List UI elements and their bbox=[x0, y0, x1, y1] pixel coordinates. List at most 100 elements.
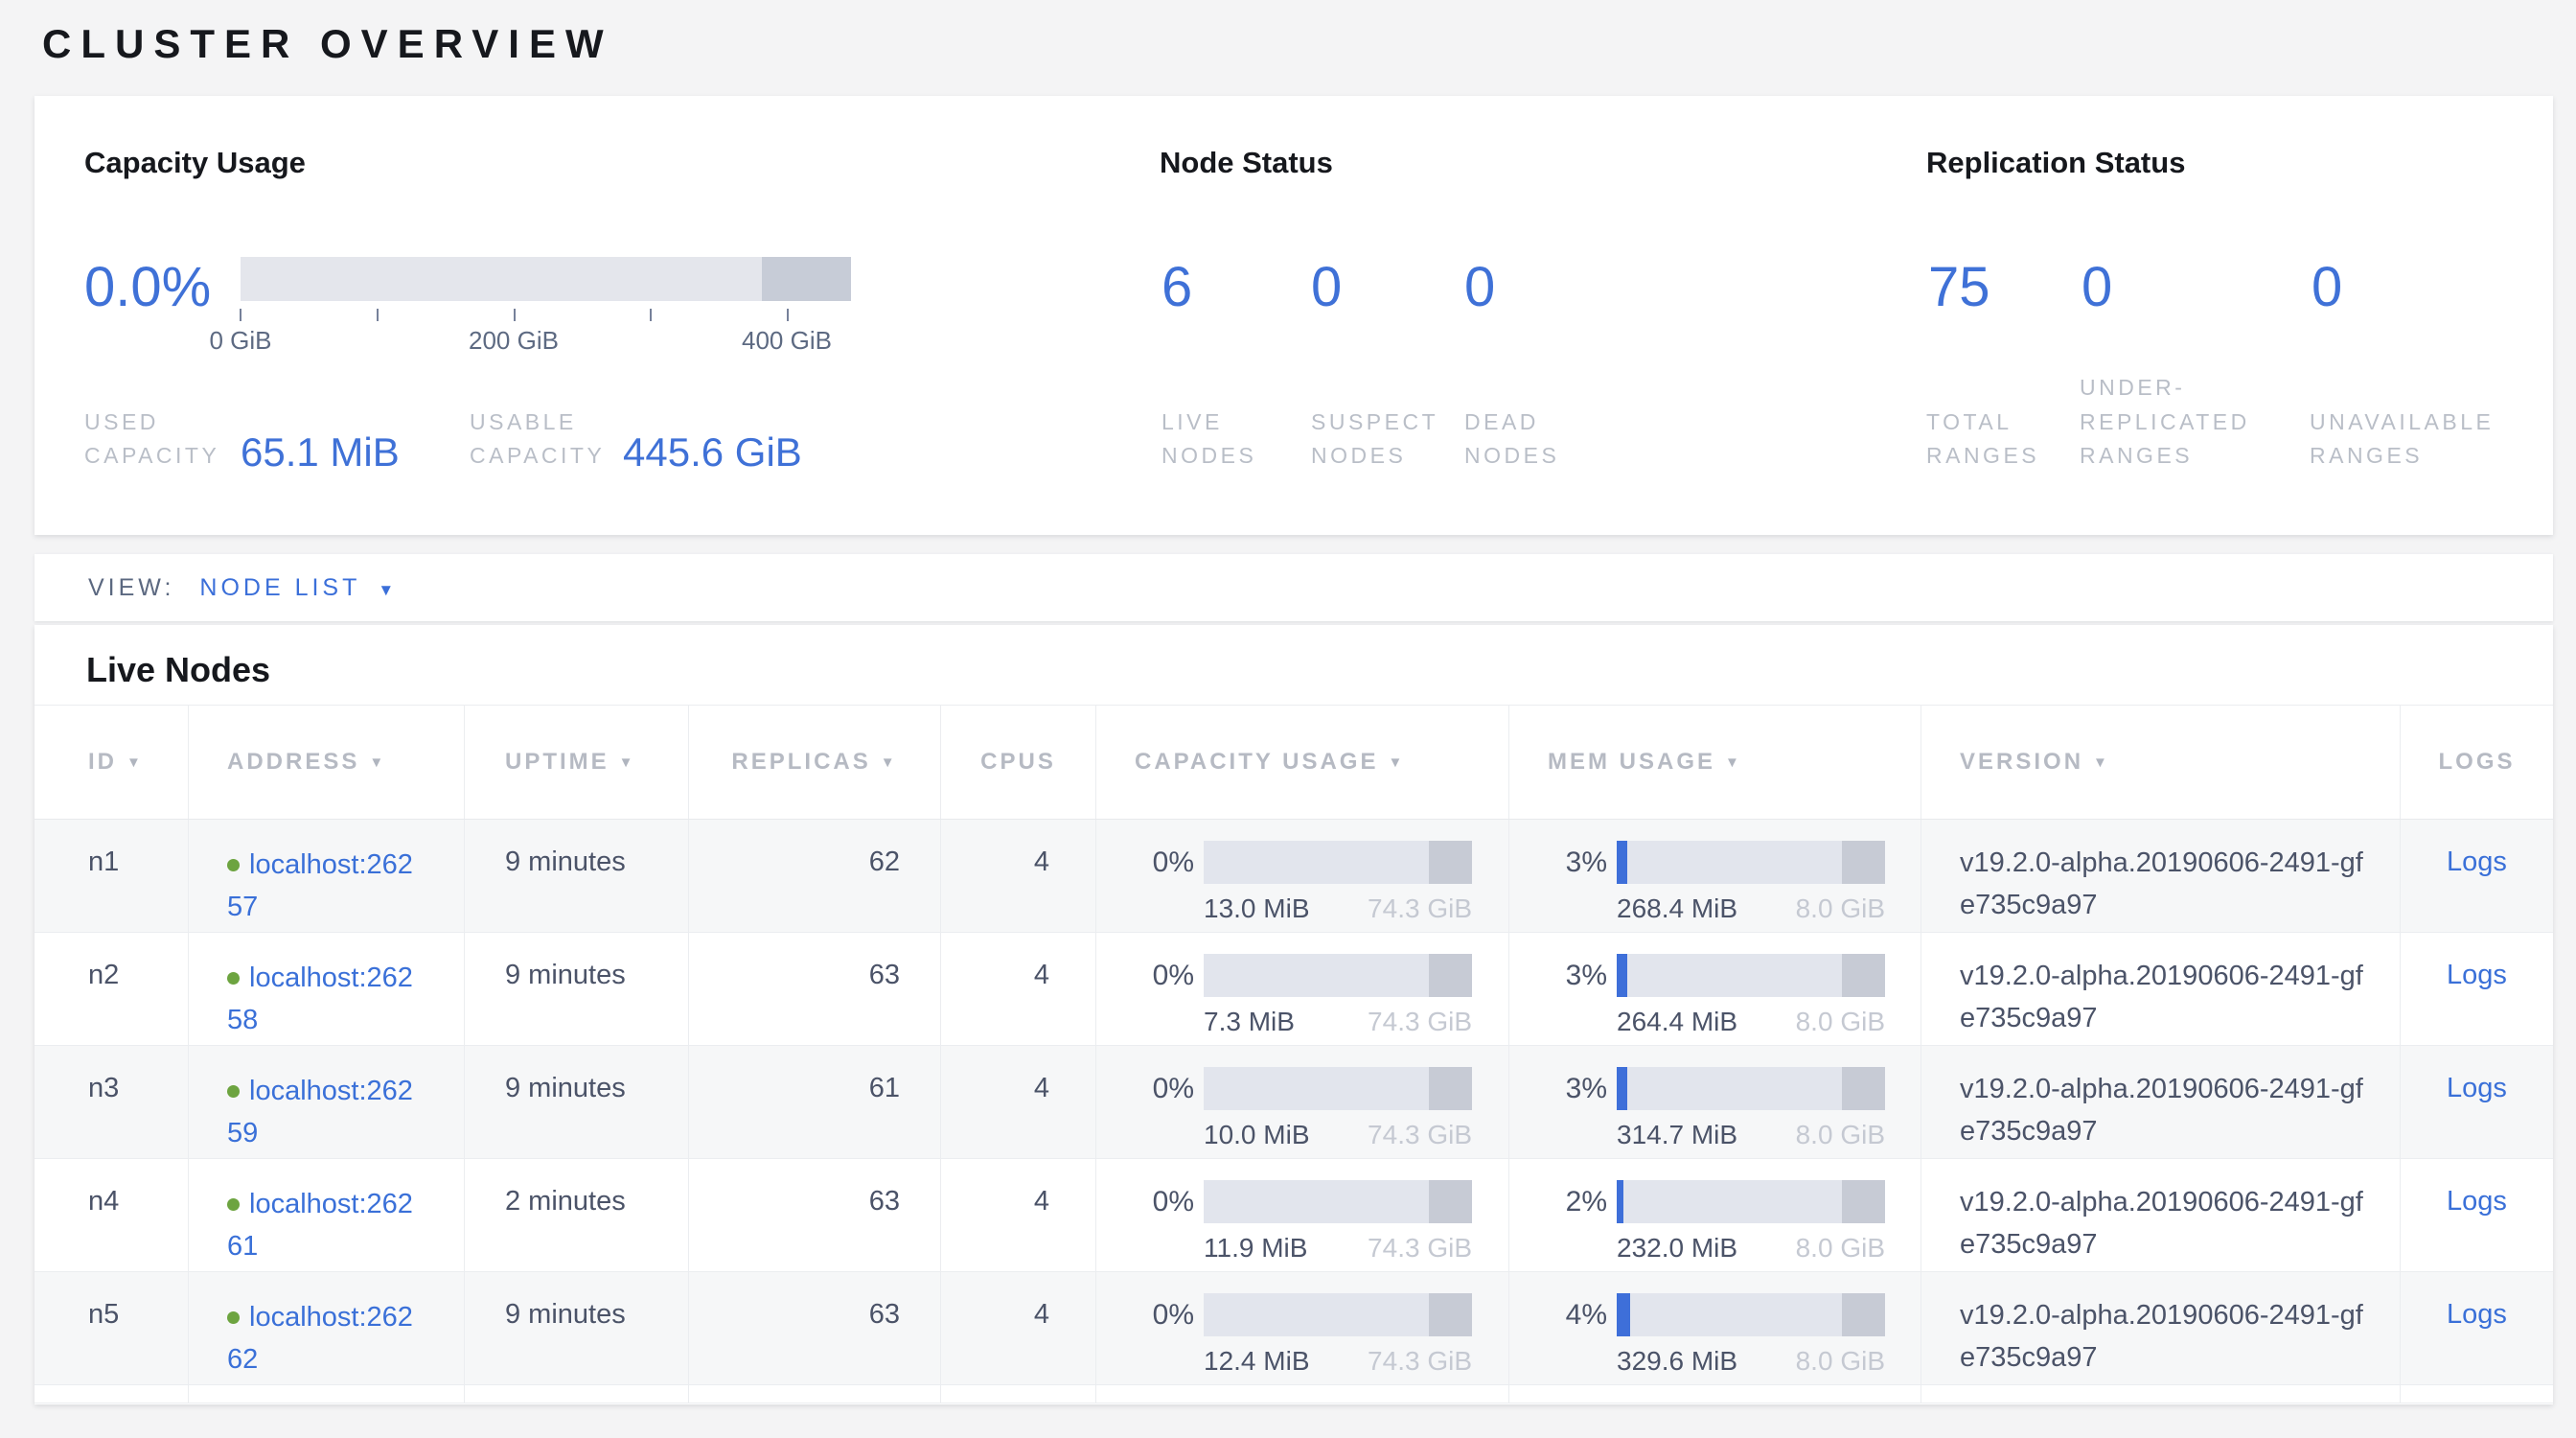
table-header-row: ID▼ ADDRESS▼ UPTIME▼ REPLICAS▼ CPUS CAPA… bbox=[34, 705, 2553, 820]
live-nodes-title: Live Nodes bbox=[86, 650, 270, 690]
live-nodes-label: LIVE NODES bbox=[1162, 406, 1276, 474]
column-header-capacity-usage[interactable]: CAPACITY USAGE▼ bbox=[1095, 706, 1508, 819]
sort-arrow-icon: ▼ bbox=[1725, 754, 1742, 771]
bar-end-segment bbox=[1842, 1293, 1885, 1336]
replicas-cell: 63 bbox=[688, 1159, 940, 1271]
mem-mini-bar bbox=[1617, 1067, 1885, 1110]
bar-end-segment bbox=[1842, 1067, 1885, 1110]
uptime-cell: 9 minutes bbox=[464, 820, 688, 932]
bar-end-segment bbox=[1429, 954, 1472, 997]
sort-arrow-icon: ▼ bbox=[2093, 754, 2110, 771]
bar-end-segment bbox=[1429, 1067, 1472, 1110]
replicas-cell: 62 bbox=[688, 820, 940, 932]
live-status-dot-icon bbox=[227, 1085, 240, 1098]
logs-link[interactable]: Logs bbox=[2447, 960, 2507, 990]
under-replicated-label: UNDER-REPLICATED RANGES bbox=[2080, 371, 2276, 474]
version-cell: v19.2.0-alpha.20190606-2491-gfe735c9a97 bbox=[1920, 820, 2400, 932]
logs-cell: Logs bbox=[2400, 933, 2553, 1045]
replicas-cell: 61 bbox=[688, 1046, 940, 1158]
sort-arrow-icon: ▼ bbox=[369, 754, 386, 771]
chevron-down-icon[interactable]: ▼ bbox=[378, 581, 394, 599]
view-dropdown[interactable]: NODE LIST bbox=[199, 574, 360, 601]
mem-percent: 3% bbox=[1525, 960, 1607, 992]
node-status-title: Node Status bbox=[1160, 146, 1333, 180]
total-ranges-count: 75 bbox=[1928, 255, 1990, 319]
mem-used-value: 329.6 MiB bbox=[1617, 1346, 1737, 1377]
dead-nodes-label: DEAD NODES bbox=[1464, 406, 1579, 474]
node-address-link[interactable]: localhost:26258 bbox=[227, 963, 413, 1035]
axis-tick bbox=[650, 309, 652, 321]
logs-link[interactable]: Logs bbox=[2447, 1073, 2507, 1103]
node-address-link[interactable]: localhost:26257 bbox=[227, 849, 413, 922]
node-address-link[interactable]: localhost:26259 bbox=[227, 1076, 413, 1148]
capacity-total-value: 74.3 GiB bbox=[1368, 893, 1472, 924]
live-status-dot-icon bbox=[227, 972, 240, 985]
logs-link[interactable]: Logs bbox=[2447, 1186, 2507, 1217]
logs-link[interactable]: Logs bbox=[2447, 1299, 2507, 1330]
node-address-cell: localhost:26261 bbox=[188, 1159, 464, 1271]
uptime-cell: 9 minutes bbox=[464, 933, 688, 1045]
logs-link[interactable]: Logs bbox=[2447, 847, 2507, 877]
capacity-mini-bar bbox=[1204, 954, 1472, 997]
replicas-cell: 63 bbox=[688, 1272, 940, 1384]
axis-tick bbox=[240, 309, 242, 321]
capacity-usage-bar bbox=[241, 257, 851, 301]
capacity-percent: 0% bbox=[1112, 847, 1194, 879]
capacity-bar-unusable-segment bbox=[762, 257, 851, 301]
bar-end-segment bbox=[1842, 1180, 1885, 1223]
column-header-cpus: CPUS bbox=[940, 706, 1095, 819]
column-header-uptime[interactable]: UPTIME▼ bbox=[464, 706, 688, 819]
mem-mini-bar bbox=[1617, 1293, 1885, 1336]
uptime-cell: 2 minutes bbox=[464, 1159, 688, 1271]
capacity-used-value: 10.0 MiB bbox=[1204, 1120, 1310, 1150]
bar-fill bbox=[1617, 1067, 1627, 1110]
capacity-usage-cell: 0% 11.9 MiB 74.3 GiB bbox=[1095, 1159, 1508, 1271]
version-cell: v19.2.0-alpha.20190606-2491-gfe735c9a97 bbox=[1920, 1159, 2400, 1271]
table-body: n1 localhost:26257 9 minutes 62 4 0% 13.… bbox=[34, 820, 2553, 1403]
used-capacity-value: 65.1 MiB bbox=[241, 429, 400, 475]
sort-arrow-icon: ▼ bbox=[881, 754, 898, 771]
capacity-usage-cell: 0% 7.3 MiB 74.3 GiB bbox=[1095, 933, 1508, 1045]
capacity-total-value: 74.3 GiB bbox=[1368, 1120, 1472, 1150]
view-label: VIEW: bbox=[88, 574, 174, 601]
used-capacity-label: USED CAPACITY bbox=[84, 406, 199, 474]
bar-end-segment bbox=[1429, 841, 1472, 884]
capacity-mini-bar bbox=[1204, 1180, 1472, 1223]
column-header-version[interactable]: VERSION▼ bbox=[1920, 706, 2400, 819]
column-header-id[interactable]: ID▼ bbox=[34, 706, 188, 819]
node-address-cell: localhost:26257 bbox=[188, 820, 464, 932]
mem-total-value: 8.0 GiB bbox=[1796, 1233, 1885, 1264]
mem-used-value: 264.4 MiB bbox=[1617, 1007, 1737, 1037]
column-header-replicas[interactable]: REPLICAS▼ bbox=[688, 706, 940, 819]
mem-mini-bar bbox=[1617, 1180, 1885, 1223]
sort-arrow-icon: ▼ bbox=[619, 754, 636, 771]
node-address-link[interactable]: localhost:26261 bbox=[227, 1189, 413, 1262]
capacity-used-value: 11.9 MiB bbox=[1204, 1233, 1307, 1264]
capacity-percent: 0% bbox=[1112, 960, 1194, 992]
capacity-used-value: 7.3 MiB bbox=[1204, 1007, 1295, 1037]
capacity-mini-bar bbox=[1204, 841, 1472, 884]
axis-tick bbox=[377, 309, 379, 321]
capacity-usage-cell: 0% 13.0 MiB 74.3 GiB bbox=[1095, 820, 1508, 932]
cpus-cell: 4 bbox=[940, 1272, 1095, 1384]
node-address-cell: localhost:26262 bbox=[188, 1272, 464, 1384]
column-header-address[interactable]: ADDRESS▼ bbox=[188, 706, 464, 819]
mem-used-value: 314.7 MiB bbox=[1617, 1120, 1737, 1150]
bar-fill bbox=[1617, 1180, 1623, 1223]
logs-cell: Logs bbox=[2400, 1159, 2553, 1271]
table-row: n4 localhost:26261 2 minutes 63 4 0% 11.… bbox=[34, 1159, 2553, 1272]
capacity-usage-cell: 0% 10.0 MiB 74.3 GiB bbox=[1095, 1046, 1508, 1158]
dead-nodes-count: 0 bbox=[1464, 255, 1495, 319]
node-address-link[interactable]: localhost:26262 bbox=[227, 1302, 413, 1375]
mem-mini-bar bbox=[1617, 954, 1885, 997]
mem-percent: 3% bbox=[1525, 1073, 1607, 1105]
cpus-cell: 4 bbox=[940, 933, 1095, 1045]
live-status-dot-icon bbox=[227, 1198, 240, 1211]
axis-label-200: 200 GiB bbox=[447, 326, 581, 356]
column-header-mem-usage[interactable]: MEM USAGE▼ bbox=[1508, 706, 1920, 819]
mem-percent: 2% bbox=[1525, 1186, 1607, 1218]
usable-capacity-label: USABLE CAPACITY bbox=[470, 406, 585, 474]
live-nodes-card: Live Nodes ID▼ ADDRESS▼ UPTIME▼ REPLICAS… bbox=[34, 625, 2553, 1404]
cpus-cell: 4 bbox=[940, 1046, 1095, 1158]
replication-status-title: Replication Status bbox=[1926, 146, 2185, 180]
